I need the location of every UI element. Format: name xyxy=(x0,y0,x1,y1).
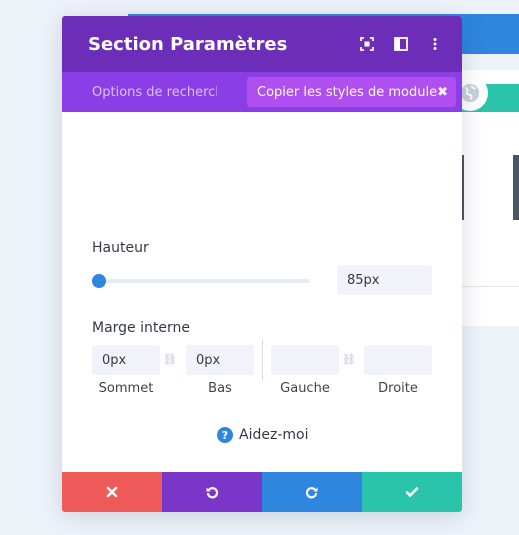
help-icon: ? xyxy=(217,427,233,443)
height-slider-track[interactable] xyxy=(98,279,310,283)
link-icon[interactable]: ⛓ xyxy=(342,353,356,366)
save-button[interactable] xyxy=(362,472,462,512)
padding-top-label: Sommet xyxy=(98,381,154,396)
header-actions xyxy=(360,37,442,51)
builder-module-block xyxy=(513,155,519,220)
search-options-tab[interactable]: Options de recherche xyxy=(92,85,217,100)
section-settings-modal: Section Paramètres Options de recherche … xyxy=(62,16,462,512)
tab-bar: Options de recherche Copier les styles d… xyxy=(62,72,462,112)
padding-right-label: Droite xyxy=(378,381,418,396)
undo-button[interactable] xyxy=(162,472,262,512)
copy-styles-label: Copier les styles de module xyxy=(257,84,438,100)
height-slider-handle[interactable] xyxy=(92,274,106,288)
more-vertical-icon[interactable] xyxy=(428,37,442,51)
close-icon xyxy=(106,486,118,498)
cancel-button[interactable] xyxy=(62,472,162,512)
height-label: Hauteur xyxy=(92,240,149,256)
padding-label: Marge interne xyxy=(92,320,190,336)
redo-button[interactable] xyxy=(262,472,362,512)
split-view-icon[interactable] xyxy=(394,37,408,51)
focus-icon[interactable] xyxy=(360,37,374,51)
help-link[interactable]: ? Aidez-moi xyxy=(217,427,308,443)
check-icon xyxy=(405,487,419,497)
link-icon[interactable]: ⛓ xyxy=(163,353,177,366)
height-input[interactable]: 85px xyxy=(337,265,432,295)
redo-icon xyxy=(305,487,318,499)
undo-icon xyxy=(206,487,219,499)
copy-styles-chip[interactable]: Copier les styles de module ✖ xyxy=(247,77,456,107)
modal-footer xyxy=(62,472,462,512)
padding-left-label: Gauche xyxy=(280,381,330,396)
padding-left-input[interactable] xyxy=(271,345,339,375)
modal-body: Hauteur 85px Marge interne 0px ⛓ 0px ⛓ S… xyxy=(62,112,462,472)
modal-title: Section Paramètres xyxy=(88,33,288,55)
padding-right-input[interactable] xyxy=(364,345,432,375)
builder-divider xyxy=(455,286,519,287)
modal-header: Section Paramètres xyxy=(62,16,462,72)
padding-divider xyxy=(262,340,263,380)
close-icon[interactable]: ✖ xyxy=(437,85,448,100)
padding-bottom-label: Bas xyxy=(208,381,232,396)
padding-top-input[interactable]: 0px xyxy=(92,345,160,375)
help-label: Aidez-moi xyxy=(239,427,309,443)
padding-bottom-input[interactable]: 0px xyxy=(186,345,254,375)
